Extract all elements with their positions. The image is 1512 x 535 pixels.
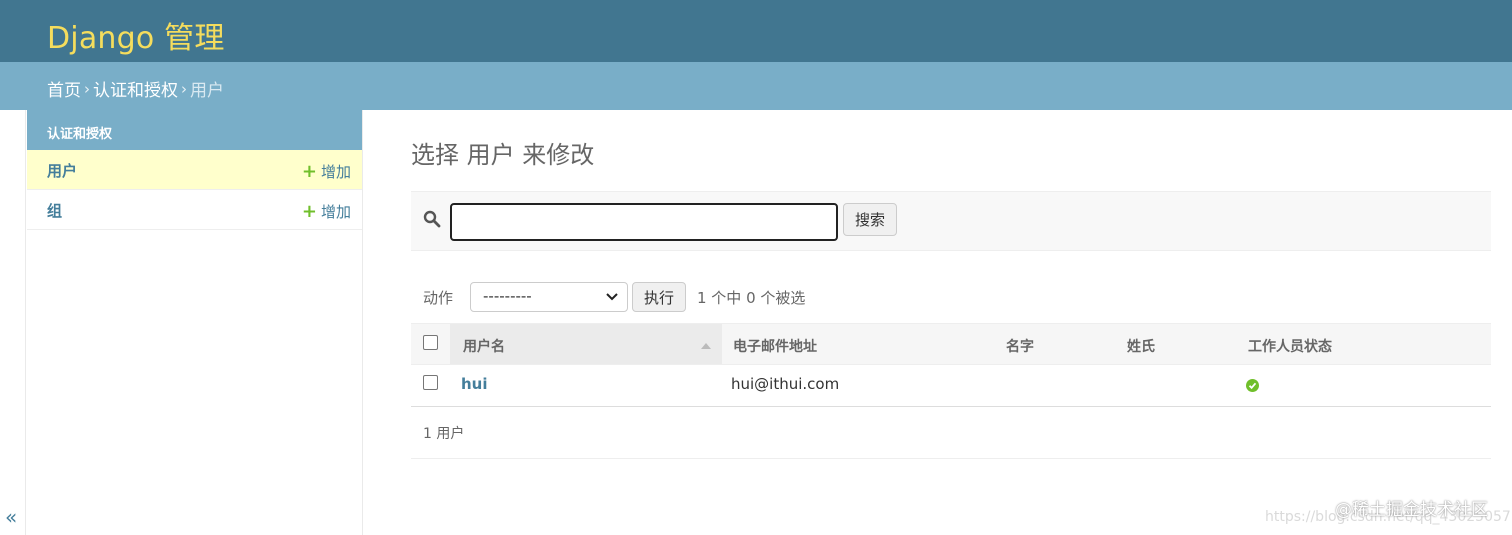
result-table: 用户名 电子邮件地址 名字 姓氏 工作人员状态 hui hui@ithui.co… [411, 323, 1491, 407]
page-title: 选择 用户 来修改 [411, 141, 595, 169]
column-header-username[interactable]: 用户名 [463, 336, 505, 356]
nav-item-groups-link[interactable]: 组 [47, 200, 62, 221]
plus-icon: + [301, 160, 317, 182]
table-header: 用户名 电子邮件地址 名字 姓氏 工作人员状态 [411, 323, 1491, 365]
actions-label: 动作 [423, 289, 454, 307]
breadcrumb-home-link[interactable]: 首页 [47, 76, 81, 101]
collapse-sidebar-icon[interactable]: « [5, 505, 17, 529]
search-icon [423, 210, 441, 232]
action-select-value: --------- [483, 287, 532, 305]
plus-icon: + [301, 200, 317, 222]
actions-bar: 动作 --------- 执行 1 个中 0 个被选 [411, 280, 1491, 314]
nav-sidebar: 认证和授权 用户 + 增加 组 + 增加 [27, 110, 363, 535]
breadcrumb: 首页 › 认证和授权 › 用户 [0, 62, 1512, 110]
checkmark-icon [1246, 379, 1259, 392]
column-header-last-name[interactable]: 姓氏 [1127, 336, 1155, 356]
column-header-staff-status[interactable]: 工作人员状态 [1248, 336, 1332, 356]
username-link[interactable]: hui [461, 375, 488, 393]
add-user-link[interactable]: + 增加 [302, 161, 351, 182]
action-select[interactable]: --------- [470, 282, 628, 312]
nav-item-groups: 组 + 增加 [27, 190, 362, 230]
search-input[interactable] [450, 203, 838, 241]
breadcrumb-app-link[interactable]: 认证和授权 [93, 76, 178, 101]
breadcrumb-current: 用户 [190, 81, 224, 101]
paginator: 1 用户 [411, 407, 1491, 459]
add-group-link[interactable]: + 增加 [302, 201, 351, 222]
app-caption-link[interactable]: 认证和授权 [27, 110, 362, 150]
sort-ascending-icon[interactable] [701, 343, 711, 349]
search-button[interactable]: 搜索 [843, 203, 897, 236]
breadcrumb-separator: › [181, 79, 187, 98]
sidebar-toggle[interactable]: « [0, 110, 26, 535]
breadcrumb-separator: › [84, 79, 90, 98]
action-go-button[interactable]: 执行 [632, 282, 686, 312]
search-toolbar: 搜索 [411, 191, 1491, 251]
add-label: 增加 [320, 163, 351, 181]
row-checkbox[interactable] [423, 375, 438, 390]
table-row: hui hui@ithui.com [411, 365, 1491, 407]
column-header-email[interactable]: 电子邮件地址 [733, 336, 817, 356]
result-count: 1 用户 [423, 426, 465, 442]
column-header-first-name[interactable]: 名字 [1006, 336, 1034, 356]
nav-item-users-link[interactable]: 用户 [47, 160, 77, 181]
select-all-checkbox[interactable] [423, 335, 438, 350]
nav-item-users: 用户 + 增加 [27, 150, 362, 190]
header: Django 管理 [0, 0, 1512, 62]
chevron-down-icon [605, 288, 619, 307]
email-cell: hui@ithui.com [731, 375, 840, 393]
watermark: @稀土掘金技术社区 [1335, 500, 1488, 520]
add-label: 增加 [320, 203, 351, 221]
site-branding[interactable]: Django 管理 [47, 13, 225, 57]
action-counter: 1 个中 0 个被选 [697, 289, 806, 307]
